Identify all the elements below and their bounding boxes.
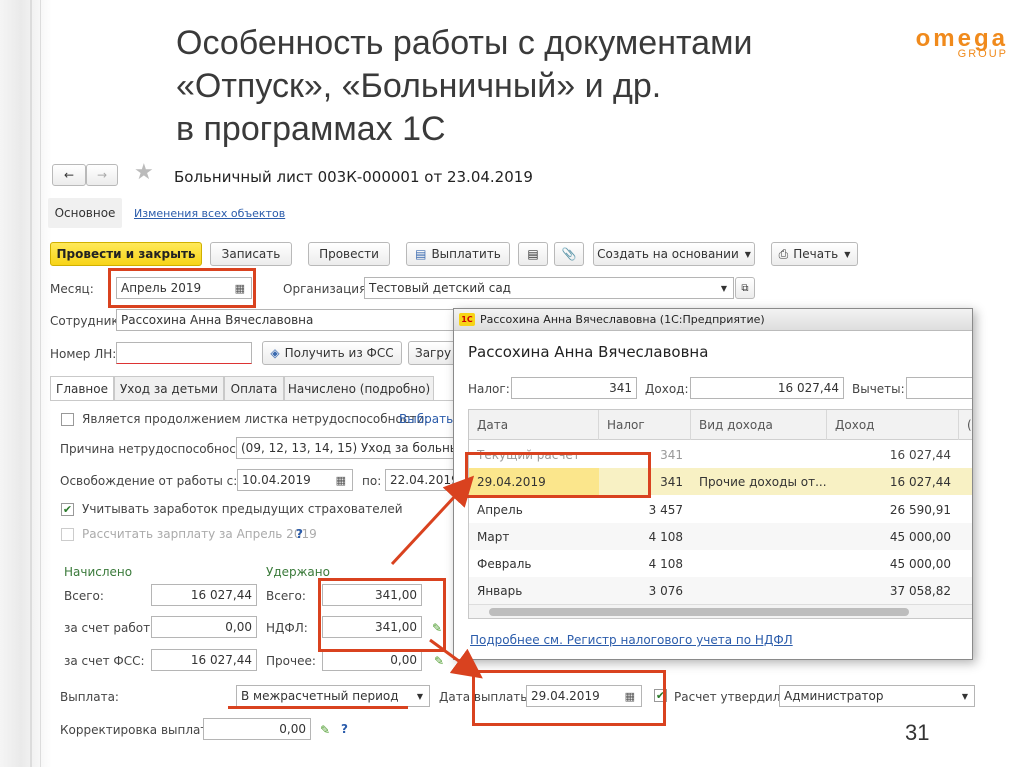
page-number: 31 [905, 720, 930, 745]
annotation-arrows [390, 475, 483, 679]
arrow-to-date-row [390, 475, 475, 566]
arrow-to-pay-date [429, 638, 483, 679]
